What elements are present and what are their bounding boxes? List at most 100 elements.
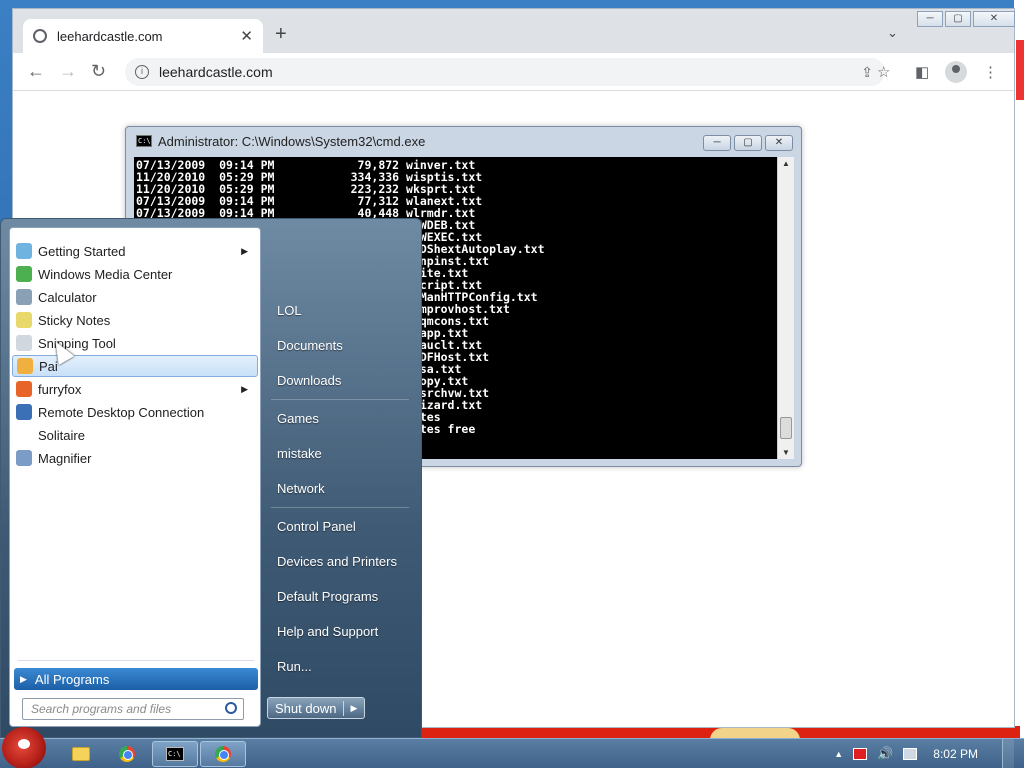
bookmark-star-icon[interactable]: ☆ bbox=[877, 63, 890, 81]
magnifier-icon bbox=[16, 450, 32, 466]
browser-menu-icon[interactable]: ⋮ bbox=[983, 63, 998, 81]
start-program-item[interactable]: Getting Started ▶ bbox=[12, 240, 258, 262]
tab-search-button[interactable]: ⌄ bbox=[887, 25, 898, 41]
back-arrow-icon[interactable]: ← bbox=[27, 61, 45, 82]
media-center-icon bbox=[16, 266, 32, 282]
shutdown-options-arrow-icon[interactable]: ▶ bbox=[344, 703, 364, 714]
cmd-title: Administrator: C:\Windows\System32\cmd.e… bbox=[158, 133, 426, 149]
scroll-thumb[interactable] bbox=[780, 417, 792, 439]
start-right-item[interactable]: Run... bbox=[277, 659, 312, 674]
right-pane-divider bbox=[271, 507, 409, 508]
start-program-label: Pai bbox=[39, 358, 58, 374]
all-programs-arrow-icon: ▶ bbox=[20, 673, 27, 684]
forward-arrow-icon[interactable]: → bbox=[59, 61, 77, 82]
all-programs-button[interactable]: ▶ All Programs bbox=[14, 668, 258, 690]
start-program-item[interactable]: Snipping Tool bbox=[12, 332, 258, 354]
paint-icon bbox=[17, 358, 33, 374]
start-right-item[interactable]: Network bbox=[277, 481, 325, 496]
share-icon[interactable]: ⇪ bbox=[861, 64, 873, 81]
address-bar[interactable]: i leehardcastle.com ⇪ bbox=[125, 58, 885, 86]
start-program-item[interactable]: Pai bbox=[12, 355, 258, 377]
speaker-icon[interactable]: 🔊 bbox=[877, 746, 893, 762]
start-program-item[interactable]: Calculator bbox=[12, 286, 258, 308]
desktop-wallpaper-decoration bbox=[1016, 40, 1024, 100]
profile-avatar-icon[interactable] bbox=[945, 61, 967, 83]
start-menu: Getting Started ▶ Windows Media Center Calc… bbox=[0, 218, 422, 738]
browser-window-controls: ─ ▢ ✕ bbox=[917, 11, 1015, 27]
show-desktop-button[interactable] bbox=[1002, 739, 1014, 768]
minimize-button[interactable]: ─ bbox=[917, 11, 943, 27]
clock[interactable]: 8:02 PM bbox=[933, 747, 978, 761]
show-hidden-icons-arrow[interactable]: ▲ bbox=[834, 749, 843, 759]
cmd-maximize-button[interactable]: ▢ bbox=[734, 135, 762, 151]
start-program-item[interactable]: Magnifier bbox=[12, 447, 258, 469]
start-right-item[interactable]: Downloads bbox=[277, 373, 341, 388]
start-program-item[interactable]: Windows Media Center bbox=[12, 263, 258, 285]
snipping-tool-icon bbox=[16, 335, 32, 351]
tab-strip: leehardcastle.com ✕ + ⌄ ─ ▢ ✕ bbox=[13, 9, 1015, 53]
start-program-item[interactable]: Solitaire bbox=[12, 424, 258, 446]
cmd-close-button[interactable]: ✕ bbox=[765, 135, 793, 151]
start-right-item[interactable]: LOL bbox=[277, 303, 302, 318]
start-button[interactable] bbox=[2, 727, 46, 768]
maximize-button[interactable]: ▢ bbox=[945, 11, 971, 27]
remote-desktop-icon bbox=[16, 404, 32, 420]
firefox-icon bbox=[16, 381, 32, 397]
start-program-item[interactable]: furryfox ▶ bbox=[12, 378, 258, 400]
tab-title: leehardcastle.com bbox=[57, 28, 163, 44]
taskbar-chrome-pinned-button[interactable] bbox=[108, 741, 146, 767]
start-menu-programs-pane: Getting Started ▶ Windows Media Center Calc… bbox=[9, 227, 261, 727]
scroll-down-icon[interactable]: ▼ bbox=[782, 448, 790, 457]
site-info-icon[interactable]: i bbox=[135, 65, 149, 79]
shutdown-button[interactable]: Shut down ▶ bbox=[267, 697, 365, 719]
start-program-item[interactable]: Sticky Notes bbox=[12, 309, 258, 331]
folder-icon bbox=[72, 747, 90, 761]
taskbar-explorer-button[interactable] bbox=[62, 741, 100, 767]
search-icon[interactable] bbox=[225, 702, 237, 714]
shutdown-label: Shut down bbox=[268, 700, 344, 716]
start-right-item[interactable]: Devices and Printers bbox=[277, 554, 397, 569]
address-text: leehardcastle.com bbox=[159, 64, 273, 80]
cmd-taskbar-icon: C:\ bbox=[166, 747, 184, 761]
start-right-item[interactable]: Documents bbox=[277, 338, 343, 353]
desktop-wallpaper-strip bbox=[1014, 0, 1024, 740]
browser-tab[interactable]: leehardcastle.com ✕ bbox=[23, 19, 263, 53]
start-right-item[interactable]: Help and Support bbox=[277, 624, 378, 639]
cmd-minimize-button[interactable]: ─ bbox=[703, 135, 731, 151]
cmd-icon: C:\ bbox=[136, 135, 152, 147]
network-icon[interactable] bbox=[903, 748, 918, 760]
start-program-label: Sticky Notes bbox=[38, 312, 111, 328]
tab-close-button[interactable]: ✕ bbox=[240, 27, 253, 45]
browser-toolbar: ← → ↻ i leehardcastle.com ⇪ ☆ ◧ ⋮ bbox=[13, 53, 1014, 91]
cmd-scrollbar[interactable]: ▲ ▼ bbox=[777, 157, 794, 459]
start-right-item[interactable]: Games bbox=[277, 411, 319, 426]
submenu-arrow-icon: ▶ bbox=[241, 245, 248, 256]
scroll-up-icon[interactable]: ▲ bbox=[782, 159, 790, 168]
start-right-item[interactable]: Control Panel bbox=[277, 519, 356, 534]
chrome-icon bbox=[215, 746, 231, 762]
action-center-flag-icon[interactable] bbox=[853, 748, 868, 760]
start-right-item[interactable]: mistake bbox=[277, 446, 322, 461]
reload-icon[interactable]: ↻ bbox=[91, 61, 106, 82]
start-program-label: Calculator bbox=[38, 289, 97, 305]
cmd-window-controls: ─ ▢ ✕ bbox=[703, 135, 793, 151]
start-right-item[interactable]: Default Programs bbox=[277, 589, 378, 604]
new-tab-button[interactable]: + bbox=[275, 23, 287, 46]
solitaire-icon bbox=[16, 427, 32, 443]
sticky-notes-icon bbox=[16, 312, 32, 328]
taskbar-chrome-button[interactable] bbox=[200, 741, 246, 767]
start-program-label: Getting Started bbox=[38, 243, 126, 259]
cmd-title-bar[interactable]: C:\ Administrator: C:\Windows\System32\c… bbox=[126, 127, 801, 155]
side-panel-icon[interactable]: ◧ bbox=[915, 63, 929, 81]
start-program-label: Solitaire bbox=[38, 427, 85, 443]
start-search-input[interactable]: Search programs and files bbox=[22, 698, 244, 720]
start-program-label: furryfox bbox=[38, 381, 82, 397]
right-pane-divider bbox=[271, 399, 409, 400]
close-window-button[interactable]: ✕ bbox=[973, 11, 1015, 27]
taskbar-cmd-button[interactable]: C:\ bbox=[152, 741, 198, 767]
globe-icon bbox=[33, 29, 47, 43]
start-program-item[interactable]: Remote Desktop Connection bbox=[12, 401, 258, 423]
start-program-label: Windows Media Center bbox=[38, 266, 173, 282]
chrome-icon bbox=[119, 746, 135, 762]
start-program-label: Remote Desktop Connection bbox=[38, 404, 205, 420]
